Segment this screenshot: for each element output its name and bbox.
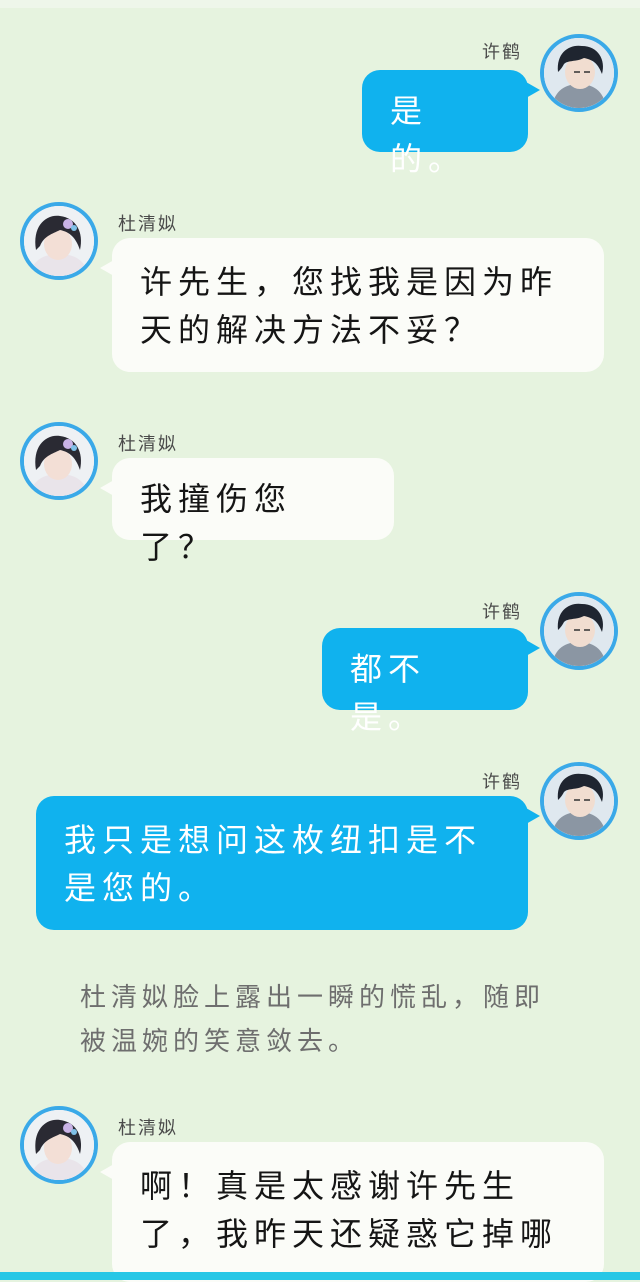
sender-name: 杜清姒	[118, 434, 178, 455]
sender-name: 许鹤	[482, 42, 522, 63]
message-text: 都不是。	[350, 650, 427, 736]
message-text: 许先生，您找我是因为昨天的解决方法不妥？	[140, 263, 559, 349]
message-bubble[interactable]: 我只是想问这枚纽扣是不是您的。	[36, 796, 540, 930]
sender-name: 杜清姒	[118, 214, 178, 235]
message-bubble[interactable]: 许先生，您找我是因为昨天的解决方法不妥？	[100, 238, 604, 372]
sender-name: 许鹤	[482, 772, 522, 793]
avatar-du[interactable]	[20, 202, 98, 280]
message-text: 我只是想问这枚纽扣是不是您的。	[64, 821, 483, 907]
message-text: 啊！真是太感谢许先生了，我昨天还疑惑它掉哪	[140, 1167, 559, 1253]
avatar-xuhe[interactable]	[540, 34, 618, 112]
message-bubble[interactable]: 我撞伤您了？	[100, 458, 394, 566]
male-avatar-icon	[544, 596, 614, 666]
bottom-strip	[0, 1272, 640, 1280]
female-avatar-icon	[24, 426, 94, 496]
message-bubble[interactable]: 啊！真是太感谢许先生了，我昨天还疑惑它掉哪	[100, 1142, 604, 1282]
female-avatar-icon	[24, 1110, 94, 1180]
sender-name: 杜清姒	[118, 1118, 178, 1139]
avatar-xuhe[interactable]	[540, 762, 618, 840]
male-avatar-icon	[544, 38, 614, 108]
message-text: 我撞伤您了？	[140, 480, 293, 566]
avatar-xuhe[interactable]	[540, 592, 618, 670]
narration-text: 杜清姒脸上露出一瞬的慌乱，随即被温婉的笑意敛去。	[80, 983, 546, 1057]
avatar-du[interactable]	[20, 1106, 98, 1184]
message-text: 是的。	[390, 92, 467, 178]
male-avatar-icon	[544, 766, 614, 836]
top-strip	[0, 0, 640, 8]
female-avatar-icon	[24, 206, 94, 276]
message-bubble[interactable]: 是的。	[362, 70, 540, 178]
message-bubble[interactable]: 都不是。	[322, 628, 540, 736]
sender-name: 许鹤	[482, 602, 522, 623]
avatar-du[interactable]	[20, 422, 98, 500]
